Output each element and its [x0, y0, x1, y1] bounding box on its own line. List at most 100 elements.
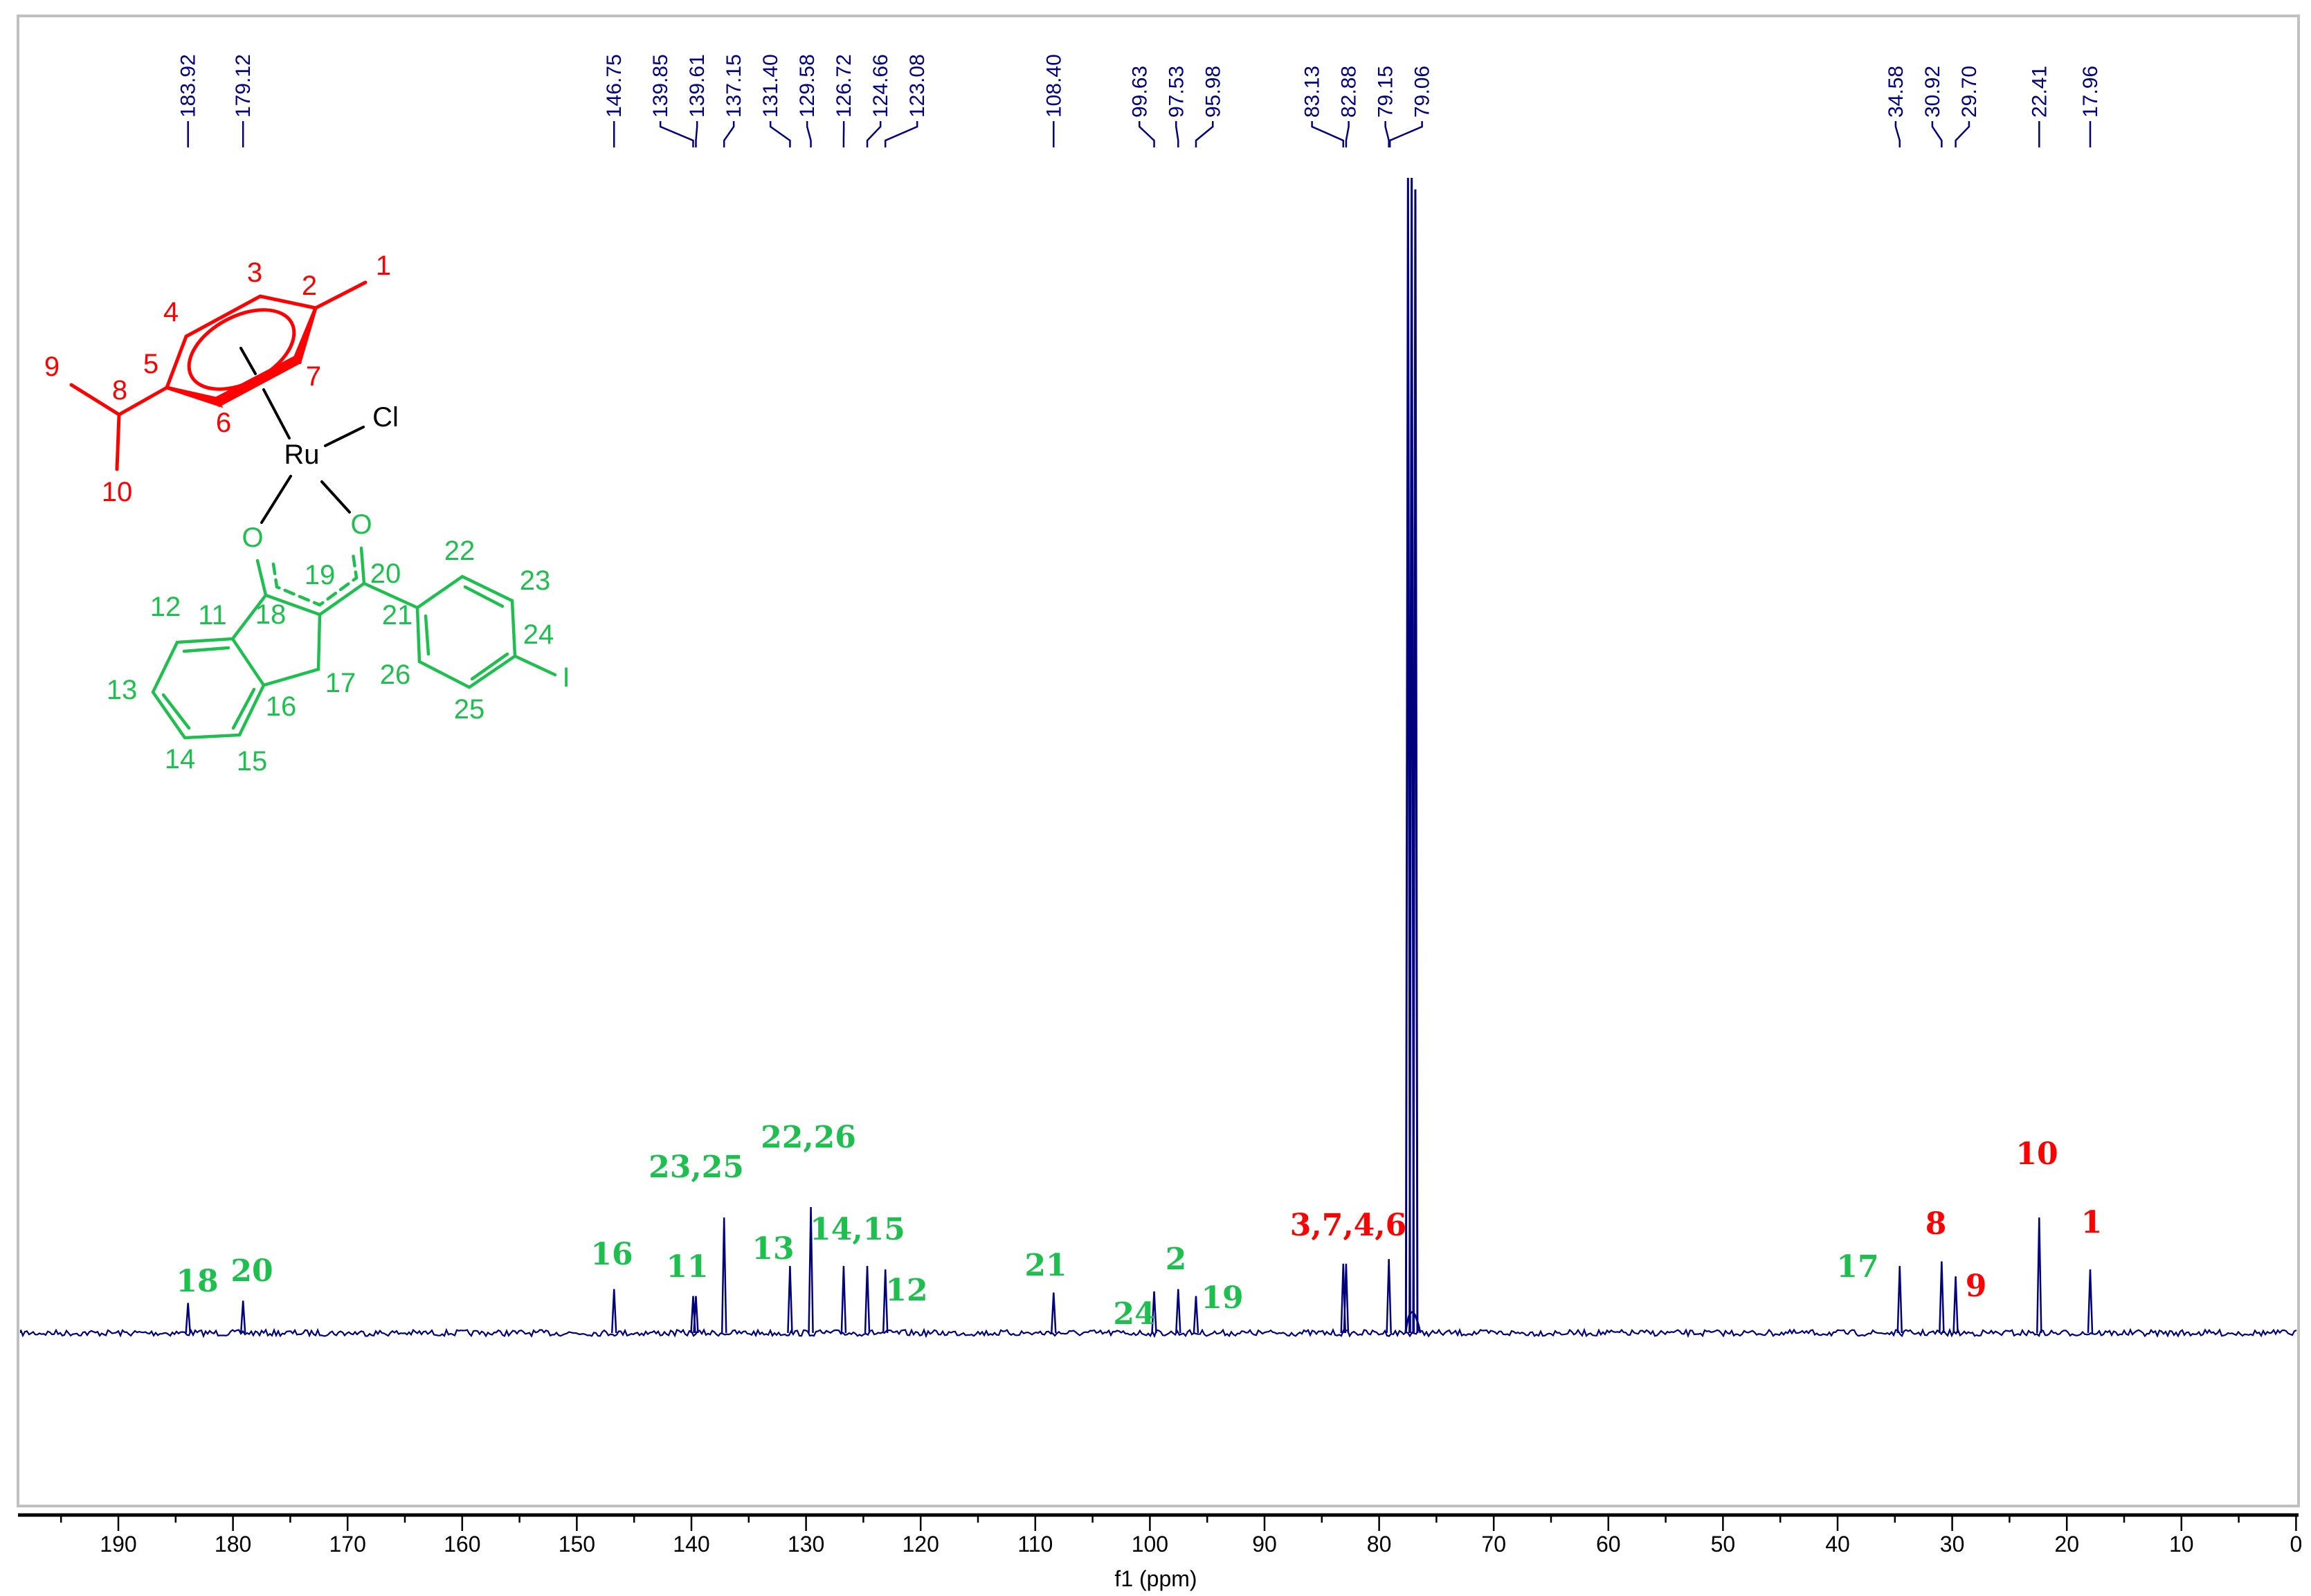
peak-label-leader [659, 121, 694, 147]
ligand-atom-number: 21 [382, 600, 413, 631]
peak-shift-label: 137.15 [723, 54, 745, 118]
peak-assignment-label: 14,15 [810, 1212, 905, 1247]
peak-label-leader [1345, 121, 1350, 147]
spectrum-peak [840, 1266, 847, 1334]
ligand-atom-number: 22 [444, 536, 475, 566]
cymene-atom-number: 5 [143, 349, 158, 379]
cymene-atom-number: 3 [247, 257, 262, 288]
cymene-atom-number: 1 [376, 251, 391, 281]
x-tick-label: 50 [1711, 1532, 1736, 1557]
x-tick-label: 130 [788, 1532, 824, 1557]
peak-assignment-label: 23,25 [649, 1150, 744, 1185]
peak-assignment-label: 3,7,4,6 [1290, 1208, 1406, 1243]
peak-assignment-label: 18 [176, 1264, 218, 1299]
spectrum-peak [1939, 1261, 1945, 1334]
peak-shift-label: 30.92 [1921, 66, 1944, 118]
x-tick-label: 70 [1481, 1532, 1506, 1557]
x-tick-label: 30 [1940, 1532, 1965, 1557]
ligand-atom-number: 25 [454, 694, 485, 725]
cymene-atom-number: 8 [112, 375, 127, 406]
peak-label-leader [1955, 121, 1970, 147]
x-tick-label: 180 [215, 1532, 251, 1557]
x-axis-label: f1 (ppm) [1114, 1566, 1197, 1591]
peak-shift-label: 179.12 [232, 54, 255, 118]
indenyl-ligand [151, 546, 557, 740]
spectrum-peak [1343, 1263, 1350, 1334]
ligand-atom-number: 24 [523, 619, 554, 650]
peak-shift-label: 34.58 [1885, 66, 1907, 118]
ligand-atom-number: 14 [165, 744, 196, 774]
ligand-atom-number: 11 [198, 600, 227, 631]
peak-shift-label: 108.40 [1042, 54, 1065, 118]
peak-assignment-label: 16 [590, 1237, 633, 1272]
ligand-atom-number: 17 [325, 668, 356, 698]
atom-numbers: 1234567891011121314 1516171819 20212223242… [44, 251, 554, 777]
x-tick-label: 140 [673, 1532, 709, 1557]
peak-shift-label: 146.75 [603, 54, 626, 118]
peak-shift-label: 183.92 [177, 54, 200, 118]
peak-shift-label: 82.88 [1338, 66, 1361, 118]
peak-shift-label: 17.96 [2079, 66, 2102, 118]
ruthenium-atom: Ru [284, 439, 319, 470]
x-axis-ticks: 190 180 170 160 150 140 130 120 110 100 90 80 70 60 50… [60, 1515, 2302, 1557]
ligand-atom-number: 15 [237, 746, 268, 777]
ligand-atom-number: 18 [255, 599, 287, 630]
peak-assignment-label: 13 [752, 1231, 794, 1267]
x-tick-label: 190 [100, 1532, 136, 1557]
spectrum-peak [1386, 1259, 1392, 1334]
ligand-atom-number: 13 [107, 675, 138, 705]
peak-label-leader [723, 121, 735, 147]
peak-label-leader [866, 121, 882, 147]
peak-assignment-label: 8 [1925, 1206, 1947, 1242]
x-tick-label: 110 [1017, 1532, 1053, 1557]
peak-assignment-label: 2 [1166, 1242, 1187, 1277]
oxygen-atom-left: O [242, 523, 263, 553]
peak-assignment-label: 10 [2015, 1136, 2058, 1172]
peak-shift-label: 139.61 [686, 54, 709, 118]
peak-shift-label: 123.08 [906, 54, 929, 118]
spectrum-peak [1896, 1266, 1903, 1334]
nmr-spectrum-chart: 183.92 179.12 146.75 139.85 139.61 137.15 131.… [17, 15, 2302, 1591]
peak-assignment-label: 21 [1024, 1248, 1067, 1283]
peak-label-leader [1894, 121, 1901, 147]
x-tick-label: 100 [1132, 1532, 1168, 1557]
spectrum-peak [721, 1217, 727, 1334]
cymene-atom-number: 4 [163, 297, 179, 327]
ligand-atom-number: 20 [370, 559, 401, 589]
peak-assignment-label: 17 [1836, 1249, 1878, 1285]
peak-shift-label: 131.40 [759, 54, 782, 118]
cymene-atom-number: 6 [216, 408, 231, 438]
ligand-atom-number: 26 [380, 660, 411, 690]
spectrum-peak [864, 1266, 871, 1334]
spectrum-peak [1051, 1292, 1057, 1334]
peak-assignment-label: 11 [666, 1249, 708, 1285]
peak-shift-label: 29.70 [1958, 66, 1981, 118]
peak-assignment-label: 20 [230, 1253, 273, 1289]
x-tick-label: 60 [1596, 1532, 1621, 1557]
peak-label-leader [1384, 121, 1390, 147]
spectrum-peak [239, 1300, 246, 1334]
x-tick-label: 120 [903, 1532, 939, 1557]
ligand-atom-number: 16 [266, 691, 297, 722]
peak-shift-label: 95.98 [1202, 66, 1224, 118]
peak-label-leader [1931, 121, 1943, 147]
spectrum-peaks [19, 177, 2297, 1339]
x-tick-label: 80 [1367, 1532, 1392, 1557]
spectrum-peak [610, 1289, 617, 1334]
x-tick-label: 150 [559, 1532, 595, 1557]
molecule-structure: Ru Cl O O I 1234567891011121314 151617181… [44, 251, 570, 777]
peak-assignment-label: 1 [2081, 1205, 2103, 1240]
spectrum-peak [2087, 1269, 2094, 1334]
peak-shift-labels: 183.92 179.12 146.75 139.85 139.61 137.15 131.… [177, 54, 2102, 147]
peak-assignment-label: 19 [1201, 1280, 1243, 1316]
peak-shift-label: 139.85 [649, 54, 672, 118]
peak-shift-label: 129.58 [796, 54, 819, 118]
peak-shift-label: 124.66 [869, 54, 892, 118]
peak-assignments: 18 20 16 1123,251322,2614,151221242193,7,4,… [176, 1120, 2102, 1332]
peak-label-leader [1195, 121, 1214, 147]
ligand-atom-number: 12 [150, 592, 181, 622]
spectrum-peak [185, 1303, 191, 1334]
x-tick-label: 40 [1825, 1532, 1850, 1557]
peak-label-leader [1139, 121, 1155, 147]
cymene-atom-number: 2 [302, 271, 317, 301]
